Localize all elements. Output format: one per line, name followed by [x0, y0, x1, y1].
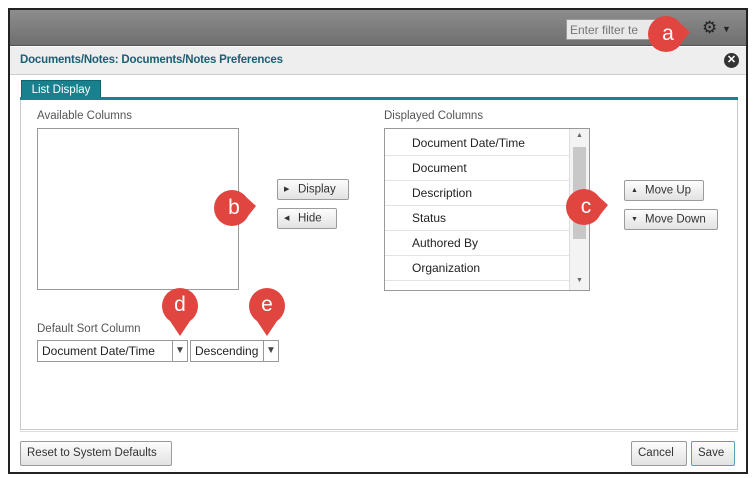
marker-label: d [174, 293, 186, 316]
move-up-button[interactable]: ▲ Move Up [624, 180, 704, 201]
sort-order-value: Descending [195, 344, 259, 358]
gear-icon: ⚙ [702, 18, 718, 37]
sort-column-select[interactable]: Document Date/Time ▼ [37, 340, 188, 362]
marker-label: c [580, 195, 592, 218]
list-item[interactable]: Description [385, 181, 569, 206]
marker-label: e [261, 293, 273, 316]
save-button[interactable]: Save [691, 441, 735, 466]
list-item[interactable]: Document [385, 156, 569, 181]
callout-marker-c: c [564, 185, 608, 229]
dialog-titlebar: Documents/Notes: Documents/Notes Prefere… [10, 47, 746, 75]
display-button[interactable]: ▶ Display [277, 179, 349, 200]
cancel-button[interactable]: Cancel [631, 441, 687, 466]
tab-list-display[interactable]: List Display [21, 80, 101, 98]
caret-right-icon: ▶ [284, 186, 290, 193]
dialog-title: Documents/Notes: Documents/Notes Prefere… [20, 54, 283, 66]
available-columns-label: Available Columns [37, 110, 133, 122]
move-down-button-label: Move Down [645, 213, 706, 226]
move-down-button[interactable]: ▼ Move Down [624, 209, 718, 230]
displayed-columns-list[interactable]: Document Date/Time Document Description … [384, 128, 590, 291]
callout-marker-b: b [212, 186, 256, 230]
callout-marker-e: e [245, 286, 289, 336]
preferences-window: ⚙▼ Documents/Notes: Documents/Notes Pref… [8, 8, 748, 474]
move-up-button-label: Move Up [645, 184, 692, 197]
sort-order-select[interactable]: Descending ▼ [190, 340, 279, 362]
list-item[interactable]: Authored By [385, 231, 569, 256]
hide-button[interactable]: ◀ Hide [277, 208, 337, 229]
close-icon[interactable]: ✕ [724, 53, 739, 68]
caret-up-icon: ▲ [631, 187, 638, 194]
caret-down-icon: ▼ [722, 24, 731, 34]
scroll-up-icon[interactable]: ▲ [576, 132, 583, 139]
footer-divider [20, 431, 738, 432]
sort-column-value: Document Date/Time [42, 344, 155, 358]
available-columns-list[interactable] [37, 128, 239, 290]
display-button-label: Display [298, 183, 336, 196]
list-item[interactable]: Document Date/Time [385, 131, 569, 156]
caret-left-icon: ◀ [284, 215, 290, 222]
default-sort-label: Default Sort Column [37, 323, 141, 335]
top-toolbar: ⚙▼ [10, 10, 746, 46]
chevron-down-icon[interactable]: ▼ [172, 341, 187, 361]
callout-marker-d: d [158, 286, 202, 336]
list-item[interactable]: Status [385, 206, 569, 231]
gear-menu-button[interactable]: ⚙ ▼ [702, 18, 734, 38]
displayed-columns-label: Displayed Columns [384, 110, 484, 122]
marker-label: a [662, 22, 674, 45]
chevron-down-icon[interactable]: ▼ [263, 341, 278, 361]
scroll-down-icon[interactable]: ▼ [576, 277, 583, 284]
marker-label: b [228, 196, 240, 219]
callout-marker-a: a [646, 12, 690, 56]
hide-button-label: Hide [298, 212, 322, 225]
reset-defaults-button[interactable]: Reset to System Defaults [20, 441, 172, 466]
caret-down-icon: ▼ [631, 216, 638, 223]
list-item[interactable]: Organization [385, 256, 569, 281]
